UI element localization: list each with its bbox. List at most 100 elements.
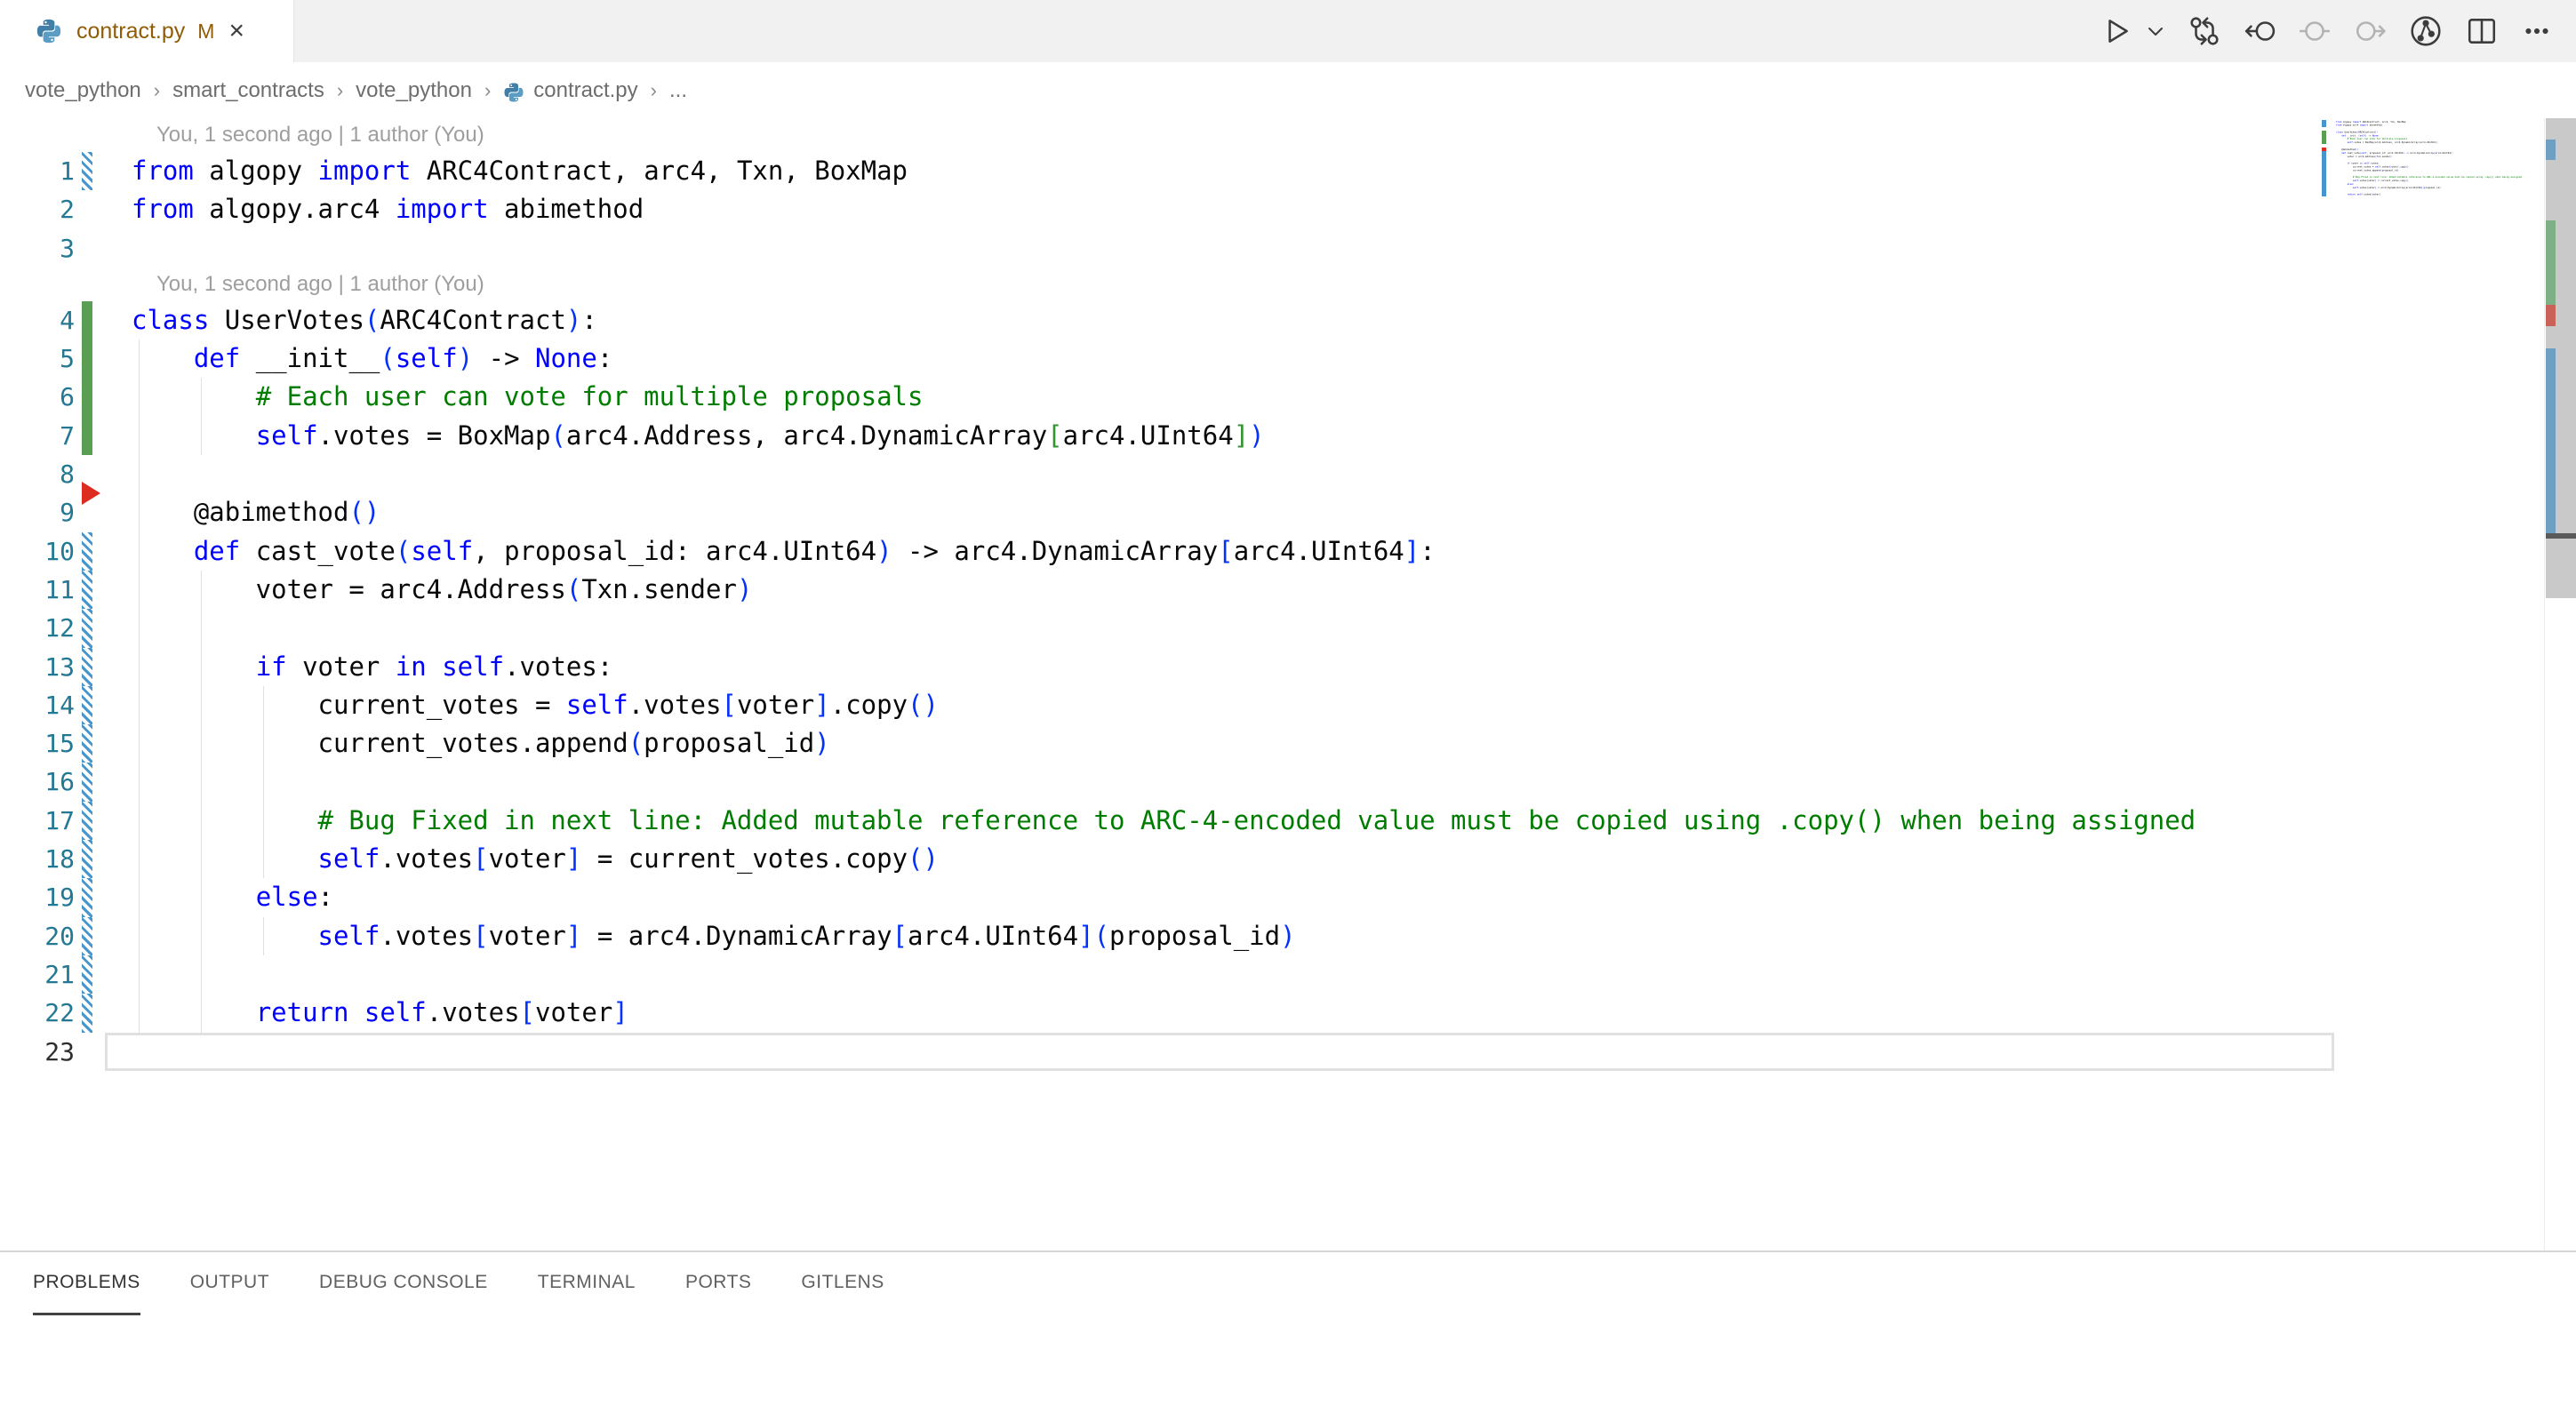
code-line[interactable]: 1from algopy import ARC4Contract, arc4, … [0,152,2320,190]
line-number[interactable]: 7 [0,417,75,455]
line-number[interactable]: 9 [0,493,75,531]
code-line-text: voter = arc4.Address(Txn.sender) [132,571,752,609]
line-number[interactable]: 10 [0,532,75,571]
scrollbar[interactable] [2546,118,2576,1250]
more-actions-icon[interactable] [2521,15,2553,47]
code-line[interactable]: 20 self.votes[voter] = arc4.DynamicArray… [0,917,2320,955]
gutter-diff-marker [82,532,92,571]
split-editor-icon[interactable] [2466,15,2498,47]
indent-guide [139,686,140,724]
code-line[interactable]: 8 [0,455,2320,493]
panel-tab-ports[interactable]: PORTS [685,1252,751,1315]
tab-contract-py[interactable]: contract.py M × [0,0,294,62]
code-line[interactable]: 22 return self.votes[voter] [0,994,2320,1032]
gutter-diff-marker [82,378,92,416]
indent-guide [263,917,264,955]
code-line[interactable]: 7 self.votes = BoxMap(arc4.Address, arc4… [0,417,2320,455]
gutter-diff-marker [82,724,92,763]
line-number[interactable]: 6 [0,378,75,416]
indent-guide [139,878,140,916]
run-python-file-icon[interactable] [2101,15,2133,47]
indent-guide [263,802,264,840]
indent-guide [139,609,140,647]
code-line[interactable]: 4class UserVotes(ARC4Contract): [0,301,2320,340]
current-line-highlight [105,1033,2334,1071]
line-number[interactable]: 4 [0,301,75,340]
minimap-diff-bar [2322,120,2326,127]
python-file-icon [36,18,62,44]
code-line[interactable]: 13 if voter in self.votes: [0,648,2320,686]
line-number[interactable]: 16 [0,763,75,801]
overview-ruler-diff-mark [2546,348,2556,533]
indent-guide [201,378,202,416]
code-line[interactable]: 21 [0,955,2320,994]
code-line[interactable]: 9 @abimethod() [0,493,2320,531]
breadcrumb-item[interactable]: contract.py [503,78,637,103]
commit-graph-icon[interactable] [2409,14,2443,48]
panel-tab-output[interactable]: OUTPUT [190,1252,269,1315]
run-options-chevron-icon[interactable] [2146,21,2165,41]
panel-tab-debug-console[interactable]: DEBUG CONSOLE [319,1252,488,1315]
breadcrumb-item[interactable]: ... [669,78,687,103]
code-line[interactable]: 2from algopy.arc4 import abimethod [0,190,2320,228]
gutter-diff-marker [82,648,92,686]
line-number[interactable]: 8 [0,455,75,493]
next-change-circle-disabled-icon[interactable] [2354,15,2386,47]
code-editor[interactable]: You, 1 second ago | 1 author (You)1from … [0,118,2576,1250]
code-line[interactable]: 18 self.votes[voter] = current_votes.cop… [0,840,2320,878]
line-number[interactable]: 12 [0,609,75,647]
line-number[interactable]: 3 [0,229,75,268]
line-number[interactable]: 20 [0,917,75,955]
code-line[interactable]: 17 # Bug Fixed in next line: Added mutab… [0,802,2320,840]
breadcrumb-item[interactable]: vote_python [356,78,472,103]
indent-guide [201,648,202,686]
code-line-text: def cast_vote(self, proposal_id: arc4.UI… [132,532,1436,571]
line-number[interactable]: 11 [0,571,75,609]
tab-modified-badge: M [197,20,214,44]
code-line[interactable]: 5 def __init__(self) -> None: [0,340,2320,378]
gutter-diff-marker [82,878,92,916]
code-line[interactable]: 3 [0,229,2320,268]
overview-ruler-diff-mark [2546,220,2556,305]
open-changes-swap-icon[interactable] [2188,15,2220,47]
minimap[interactable]: from algopy import ARC4Contract, arc4, T… [2320,120,2544,244]
panel-tab-problems[interactable]: PROBLEMS [33,1252,140,1315]
code-line[interactable]: 11 voter = arc4.Address(Txn.sender) [0,571,2320,609]
code-line-text: self.votes = BoxMap(arc4.Address, arc4.D… [132,417,1265,455]
code-line[interactable]: 6 # Each user can vote for multiple prop… [0,378,2320,416]
indent-guide [201,763,202,801]
code-line[interactable]: 19 else: [0,878,2320,916]
line-number[interactable]: 5 [0,340,75,378]
line-number[interactable]: 1 [0,152,75,190]
line-number[interactable]: 15 [0,724,75,763]
line-number[interactable]: 17 [0,802,75,840]
breadcrumb-item[interactable]: vote_python [25,78,141,103]
line-number[interactable]: 19 [0,878,75,916]
code-line[interactable]: 14 current_votes = self.votes[voter].cop… [0,686,2320,724]
gitlens-blame-annotation[interactable]: You, 1 second ago | 1 author (You) [0,268,2320,301]
line-number[interactable]: 23 [0,1033,75,1071]
code-line-text: self.votes[voter] = arc4.DynamicArray[ar… [132,917,1296,955]
panel-tab-gitlens[interactable]: GITLENS [801,1252,884,1315]
code-line[interactable]: 12 [0,609,2320,647]
tab-close-icon[interactable]: × [228,18,244,44]
breadcrumb-separator-icon: › [484,79,491,102]
code-line[interactable]: 15 current_votes.append(proposal_id) [0,724,2320,763]
breadcrumb-item[interactable]: smart_contracts [172,78,324,103]
line-number[interactable]: 13 [0,648,75,686]
line-number[interactable]: 18 [0,840,75,878]
line-number[interactable]: 14 [0,686,75,724]
code-line[interactable]: 10 def cast_vote(self, proposal_id: arc4… [0,532,2320,571]
line-number[interactable]: 22 [0,994,75,1032]
code-line[interactable]: 23 [0,1033,2320,1071]
gutter-deleted-lines-icon[interactable] [82,482,100,505]
previous-change-circle-arrow-icon[interactable] [2244,15,2276,47]
line-number[interactable]: 21 [0,955,75,994]
gitlens-blame-annotation[interactable]: You, 1 second ago | 1 author (You) [0,118,2320,152]
indent-guide [201,417,202,455]
indent-guide [139,532,140,571]
panel-tab-terminal[interactable]: TERMINAL [538,1252,636,1315]
line-number[interactable]: 2 [0,190,75,228]
code-line[interactable]: 16 [0,763,2320,801]
change-circle-disabled-icon[interactable] [2299,15,2331,47]
